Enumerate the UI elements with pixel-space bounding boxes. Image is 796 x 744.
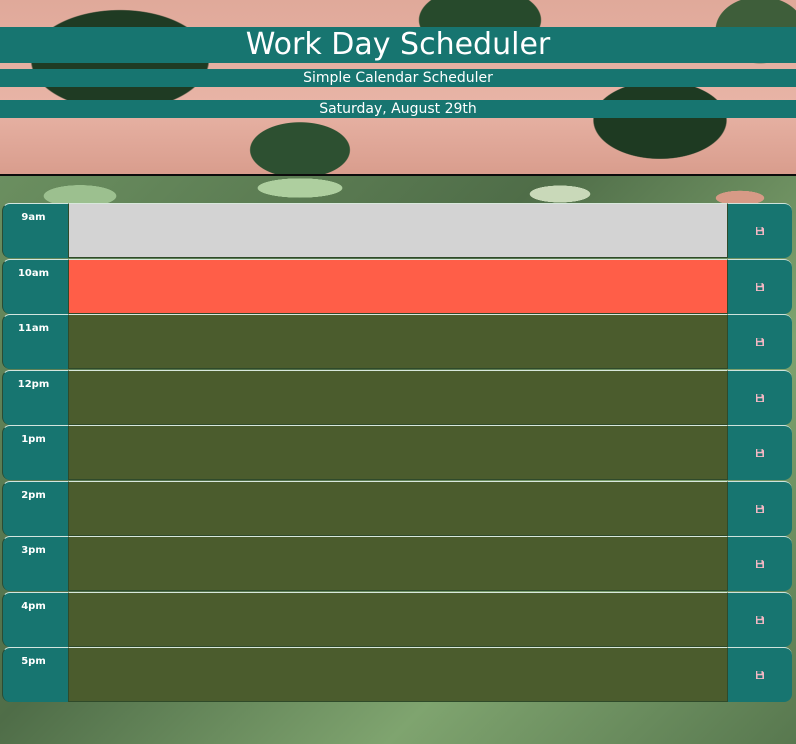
floppy-disk-icon xyxy=(755,504,765,514)
floppy-disk-icon xyxy=(755,559,765,569)
event-description-input[interactable] xyxy=(68,591,728,647)
save-button[interactable] xyxy=(728,647,792,702)
save-button[interactable] xyxy=(728,480,792,536)
floppy-disk-icon xyxy=(755,670,765,680)
time-block: 9am xyxy=(2,203,792,258)
floppy-disk-icon xyxy=(755,282,765,292)
event-description-input[interactable] xyxy=(68,536,728,591)
hour-label: 2pm xyxy=(2,480,68,536)
time-block: 10am xyxy=(2,258,792,314)
hour-label: 9am xyxy=(2,203,68,258)
time-block: 4pm xyxy=(2,591,792,647)
save-button[interactable] xyxy=(728,536,792,591)
current-day: Saturday, August 29th xyxy=(0,100,796,118)
event-description-input[interactable] xyxy=(68,203,728,258)
save-button[interactable] xyxy=(728,203,792,258)
save-button[interactable] xyxy=(728,314,792,369)
time-block: 3pm xyxy=(2,536,792,591)
save-button[interactable] xyxy=(728,425,792,480)
event-description-input[interactable] xyxy=(68,314,728,369)
hour-label: 3pm xyxy=(2,536,68,591)
event-description-input[interactable] xyxy=(68,258,728,314)
time-block: 12pm xyxy=(2,369,792,425)
event-description-input[interactable] xyxy=(68,647,728,702)
save-button[interactable] xyxy=(728,369,792,425)
hour-label: 10am xyxy=(2,258,68,314)
event-description-input[interactable] xyxy=(68,480,728,536)
time-block-list: 9am 10am 11am 12pm 1pm 2pm 3pm 4pm 5pm xyxy=(2,203,792,703)
time-block: 5pm xyxy=(2,647,792,702)
time-block: 1pm xyxy=(2,425,792,480)
save-button[interactable] xyxy=(728,591,792,647)
time-block: 11am xyxy=(2,314,792,369)
floppy-disk-icon xyxy=(755,393,765,403)
event-description-input[interactable] xyxy=(68,369,728,425)
time-block: 2pm xyxy=(2,480,792,536)
event-description-input[interactable] xyxy=(68,425,728,480)
floppy-disk-icon xyxy=(755,226,765,236)
floppy-disk-icon xyxy=(755,337,765,347)
floppy-disk-icon xyxy=(755,448,765,458)
hour-label: 12pm xyxy=(2,369,68,425)
hour-label: 5pm xyxy=(2,647,68,702)
page-subtitle: Simple Calendar Scheduler xyxy=(0,69,796,87)
hour-label: 4pm xyxy=(2,591,68,647)
floppy-disk-icon xyxy=(755,615,765,625)
hour-label: 1pm xyxy=(2,425,68,480)
page-title: Work Day Scheduler xyxy=(0,27,796,63)
hour-label: 11am xyxy=(2,314,68,369)
save-button[interactable] xyxy=(728,258,792,314)
